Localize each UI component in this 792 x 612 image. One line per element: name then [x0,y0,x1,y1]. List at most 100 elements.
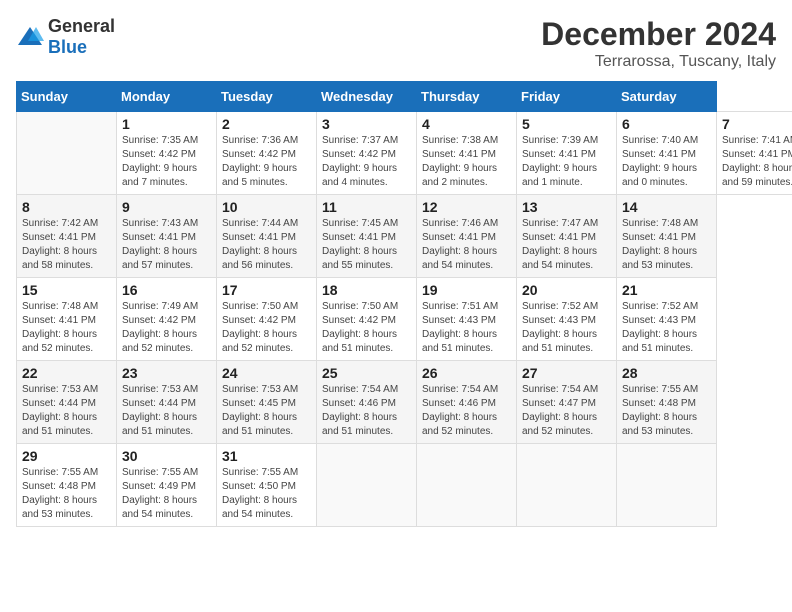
calendar-cell: 27 Sunrise: 7:54 AMSunset: 4:47 PMDayligh… [517,361,617,444]
day-number: 2 [222,116,312,132]
day-detail: Sunrise: 7:55 AMSunset: 4:48 PMDaylight:… [22,466,112,522]
day-detail: Sunrise: 7:50 AMSunset: 4:42 PMDaylight:… [222,300,312,356]
day-number: 6 [622,116,712,132]
calendar-cell: 5Sunrise: 7:39 AMSunset: 4:41 PMDaylight… [517,112,617,195]
day-detail: Sunrise: 7:41 AMSunset: 4:41 PMDaylight:… [722,134,792,190]
logo: General Blue [16,16,115,58]
calendar-cell: 8 Sunrise: 7:42 AMSunset: 4:41 PMDaylight… [17,195,117,278]
day-detail: Sunrise: 7:40 AMSunset: 4:41 PMDaylight:… [622,134,712,190]
calendar-cell: 16 Sunrise: 7:49 AMSunset: 4:42 PMDayligh… [117,278,217,361]
day-detail: Sunrise: 7:36 AMSunset: 4:42 PMDaylight:… [222,134,312,190]
calendar-cell [417,444,517,527]
day-number: 17 [222,282,312,298]
day-header-tuesday: Tuesday [217,82,317,112]
day-detail: Sunrise: 7:43 AMSunset: 4:41 PMDaylight:… [122,217,212,273]
day-number: 26 [422,365,512,381]
day-number: 13 [522,199,612,215]
day-detail: Sunrise: 7:52 AMSunset: 4:43 PMDaylight:… [522,300,612,356]
day-number: 20 [522,282,612,298]
calendar-cell: 12 Sunrise: 7:46 AMSunset: 4:41 PMDayligh… [417,195,517,278]
calendar-cell: 23Sunrise: 7:53 AMSunset: 4:44 PMDayligh… [117,361,217,444]
calendar-cell: 7 Sunrise: 7:41 AMSunset: 4:41 PMDaylight… [717,112,792,195]
day-detail: Sunrise: 7:48 AMSunset: 4:41 PMDaylight:… [22,300,112,356]
day-number: 8 [22,199,112,215]
day-header-sunday: Sunday [17,82,117,112]
day-detail: Sunrise: 7:50 AMSunset: 4:42 PMDaylight:… [322,300,412,356]
day-detail: Sunrise: 7:55 AMSunset: 4:49 PMDaylight:… [122,466,212,522]
day-detail: Sunrise: 7:38 AMSunset: 4:41 PMDaylight:… [422,134,512,190]
calendar-cell: 22 Sunrise: 7:53 AMSunset: 4:44 PMDayligh… [17,361,117,444]
calendar-week-3: 15 Sunrise: 7:48 AMSunset: 4:41 PMDayligh… [17,278,792,361]
calendar-cell: 24Sunrise: 7:53 AMSunset: 4:45 PMDayligh… [217,361,317,444]
calendar-week-1: 1 Sunrise: 7:35 AMSunset: 4:42 PMDaylight… [17,112,792,195]
day-number: 19 [422,282,512,298]
calendar-cell: 19 Sunrise: 7:51 AMSunset: 4:43 PMDayligh… [417,278,517,361]
logo-general: General [48,16,115,36]
day-number: 16 [122,282,212,298]
day-detail: Sunrise: 7:54 AMSunset: 4:47 PMDaylight:… [522,383,612,439]
day-number: 7 [722,116,792,132]
day-number: 22 [22,365,112,381]
day-detail: Sunrise: 7:55 AMSunset: 4:50 PMDaylight:… [222,466,312,522]
day-number: 4 [422,116,512,132]
calendar-cell: 2 Sunrise: 7:36 AMSunset: 4:42 PMDaylight… [217,112,317,195]
day-detail: Sunrise: 7:42 AMSunset: 4:41 PMDaylight:… [22,217,112,273]
day-detail: Sunrise: 7:51 AMSunset: 4:43 PMDaylight:… [422,300,512,356]
day-number: 5 [522,116,612,132]
calendar-cell: 14 Sunrise: 7:48 AMSunset: 4:41 PMDayligh… [617,195,717,278]
calendar-cell [617,444,717,527]
calendar-week-4: 22 Sunrise: 7:53 AMSunset: 4:44 PMDayligh… [17,361,792,444]
calendar-cell: 3 Sunrise: 7:37 AMSunset: 4:42 PMDaylight… [317,112,417,195]
day-number: 27 [522,365,612,381]
day-detail: Sunrise: 7:53 AMSunset: 4:44 PMDaylight:… [22,383,112,439]
calendar-cell: 1 Sunrise: 7:35 AMSunset: 4:42 PMDaylight… [117,112,217,195]
day-number: 10 [222,199,312,215]
calendar-cell: 30 Sunrise: 7:55 AMSunset: 4:49 PMDayligh… [117,444,217,527]
day-header-saturday: Saturday [617,82,717,112]
day-number: 21 [622,282,712,298]
day-header-wednesday: Wednesday [317,82,417,112]
calendar-cell [317,444,417,527]
day-number: 9 [122,199,212,215]
day-number: 28 [622,365,712,381]
calendar-cell [517,444,617,527]
day-number: 12 [422,199,512,215]
day-detail: Sunrise: 7:54 AMSunset: 4:46 PMDaylight:… [322,383,412,439]
calendar-cell: 17 Sunrise: 7:50 AMSunset: 4:42 PMDayligh… [217,278,317,361]
day-number: 14 [622,199,712,215]
day-detail: Sunrise: 7:46 AMSunset: 4:41 PMDaylight:… [422,217,512,273]
day-detail: Sunrise: 7:55 AMSunset: 4:48 PMDaylight:… [622,383,712,439]
calendar-cell: 29 Sunrise: 7:55 AMSunset: 4:48 PMDayligh… [17,444,117,527]
day-number: 24 [222,365,312,381]
day-number: 1 [122,116,212,132]
day-number: 25 [322,365,412,381]
day-detail: Sunrise: 7:53 AMSunset: 4:44 PMDaylight:… [122,383,212,439]
day-detail: Sunrise: 7:54 AMSunset: 4:46 PMDaylight:… [422,383,512,439]
day-detail: Sunrise: 7:37 AMSunset: 4:42 PMDaylight:… [322,134,412,190]
calendar-week-5: 29 Sunrise: 7:55 AMSunset: 4:48 PMDayligh… [17,444,792,527]
day-detail: Sunrise: 7:48 AMSunset: 4:41 PMDaylight:… [622,217,712,273]
day-number: 11 [322,199,412,215]
calendar-cell: 26 Sunrise: 7:54 AMSunset: 4:46 PMDayligh… [417,361,517,444]
calendar-cell: 9 Sunrise: 7:43 AMSunset: 4:41 PMDaylight… [117,195,217,278]
calendar-cell: 13Sunrise: 7:47 AMSunset: 4:41 PMDayligh… [517,195,617,278]
day-number: 15 [22,282,112,298]
calendar-cell: 15 Sunrise: 7:48 AMSunset: 4:41 PMDayligh… [17,278,117,361]
day-detail: Sunrise: 7:49 AMSunset: 4:42 PMDaylight:… [122,300,212,356]
calendar-cell: 28 Sunrise: 7:55 AMSunset: 4:48 PMDayligh… [617,361,717,444]
page-title: December 2024 [541,16,776,53]
day-number: 3 [322,116,412,132]
day-number: 30 [122,448,212,464]
calendar-cell: 10 Sunrise: 7:44 AMSunset: 4:41 PMDayligh… [217,195,317,278]
calendar-cell: 21Sunrise: 7:52 AMSunset: 4:43 PMDayligh… [617,278,717,361]
day-number: 29 [22,448,112,464]
title-area: December 2024 Terrarossa, Tuscany, Italy [541,16,776,71]
calendar-cell: 4 Sunrise: 7:38 AMSunset: 4:41 PMDaylight… [417,112,517,195]
day-detail: Sunrise: 7:44 AMSunset: 4:41 PMDaylight:… [222,217,312,273]
day-detail: Sunrise: 7:35 AMSunset: 4:42 PMDaylight:… [122,134,212,190]
header: General Blue December 2024 Terrarossa, T… [16,16,776,71]
page-subtitle: Terrarossa, Tuscany, Italy [541,53,776,71]
logo-icon [16,23,44,51]
calendar-header: SundayMondayTuesdayWednesdayThursdayFrid… [17,82,792,112]
calendar-cell: 6 Sunrise: 7:40 AMSunset: 4:41 PMDaylight… [617,112,717,195]
